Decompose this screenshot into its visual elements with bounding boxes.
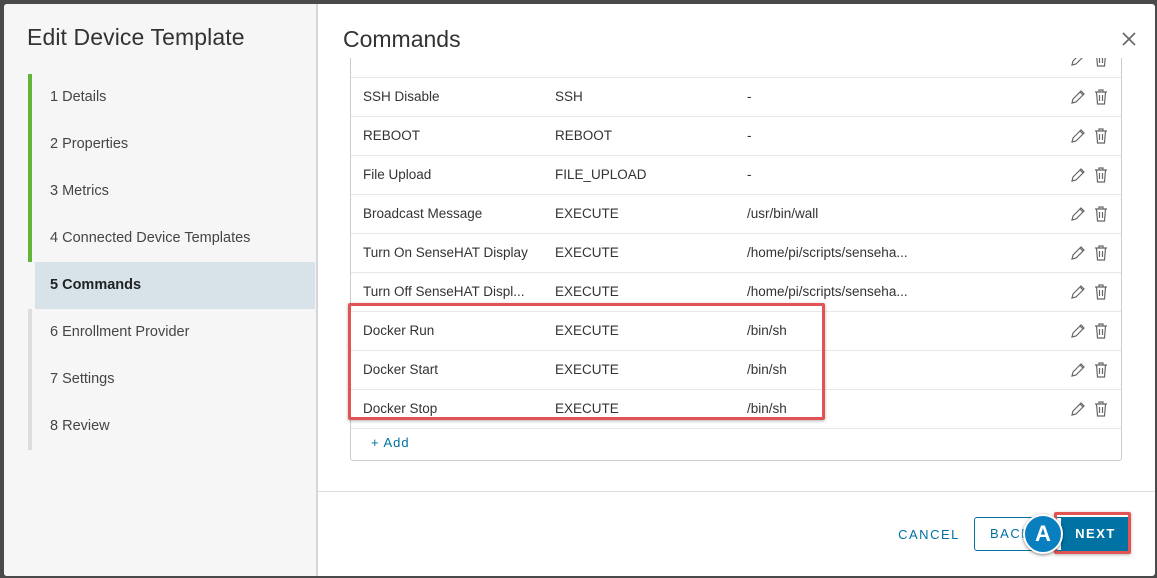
- docker-rows-highlight: [348, 303, 825, 420]
- wizard-step[interactable]: 6 Enrollment Provider: [28, 309, 315, 356]
- edit-icon[interactable]: [1070, 401, 1086, 417]
- trash-icon[interactable]: [1093, 400, 1109, 417]
- table-divider: [351, 428, 1121, 429]
- command-type: EXECUTE: [555, 284, 619, 299]
- command-type: REBOOT: [555, 128, 613, 143]
- edit-icon[interactable]: [1070, 128, 1086, 144]
- wizard-step[interactable]: 3 Metrics: [28, 168, 315, 215]
- table-row: File Upload FILE_UPLOAD -: [351, 155, 1121, 195]
- command-path: -: [747, 167, 752, 182]
- trash-icon[interactable]: [1093, 283, 1109, 300]
- command-name: Turn On SenseHAT Display: [363, 245, 528, 260]
- wizard-title: Edit Device Template: [27, 24, 245, 50]
- command-path: /usr/bin/wall: [747, 206, 819, 221]
- footer-divider: [318, 491, 1155, 492]
- cancel-button[interactable]: CANCEL: [884, 518, 974, 552]
- trash-icon[interactable]: [1093, 88, 1109, 105]
- edit-icon[interactable]: [1070, 323, 1086, 339]
- table-row: Broadcast Message EXECUTE/usr/bin/wall: [351, 194, 1121, 234]
- trash-icon[interactable]: [1093, 166, 1109, 183]
- trash-icon[interactable]: [1093, 58, 1109, 67]
- trash-icon[interactable]: [1093, 361, 1109, 378]
- table-row: Turn On SenseHAT Display EXECUTE/home/pi/…: [351, 233, 1121, 273]
- command-path: -: [747, 89, 752, 104]
- command-path: /home/pi/scripts/senseha...: [747, 284, 908, 299]
- command-path: /home/pi/scripts/senseha...: [747, 245, 908, 260]
- command-name: REBOOT: [363, 128, 421, 143]
- command-type: EXECUTE: [555, 245, 619, 260]
- edit-icon[interactable]: [1070, 245, 1086, 261]
- edit-icon[interactable]: [1070, 362, 1086, 378]
- callout-marker: A: [1023, 514, 1063, 554]
- command-type: SSH: [555, 89, 583, 104]
- command-name: Broadcast Message: [363, 206, 483, 221]
- add-command-link[interactable]: + Add: [371, 435, 410, 450]
- trash-icon[interactable]: [1093, 322, 1109, 339]
- table-row: REBOOT REBOOT -: [351, 116, 1121, 156]
- trash-icon[interactable]: [1093, 127, 1109, 144]
- edit-device-template-modal: Edit Device Template 1 Details 2 Properti…: [4, 4, 1155, 576]
- edit-icon[interactable]: [1070, 284, 1086, 300]
- edit-icon[interactable]: [1070, 206, 1086, 222]
- table-row: SSH Disable SSH -: [351, 77, 1121, 117]
- wizard-step[interactable]: 1 Details: [28, 74, 315, 121]
- command-type: FILE_UPLOAD: [555, 167, 647, 182]
- close-icon[interactable]: [1121, 31, 1137, 47]
- command-name: File Upload: [363, 167, 432, 182]
- wizard-step[interactable]: 4 Connected Device Templates: [28, 215, 315, 262]
- command-path: -: [747, 128, 752, 143]
- command-name: Turn Off SenseHAT Displ...: [363, 284, 525, 299]
- wizard-step[interactable]: 5 Commands: [35, 262, 315, 309]
- trash-icon[interactable]: [1093, 205, 1109, 222]
- commands-panel: Commands + Add SSH Disable SSH - REBOOT REBO…: [318, 4, 1155, 576]
- wizard-step[interactable]: 7 Settings: [28, 356, 315, 403]
- command-type: EXECUTE: [555, 206, 619, 221]
- wizard-step[interactable]: 8 Review: [28, 403, 315, 450]
- wizard-sidebar: Edit Device Template 1 Details 2 Properti…: [4, 4, 318, 576]
- page-title: Commands: [343, 26, 461, 52]
- edit-icon[interactable]: [1070, 167, 1086, 183]
- command-name: SSH Disable: [363, 89, 440, 104]
- wizard-steps: 1 Details 2 Properties 3 Metrics 4 Connecte…: [28, 74, 315, 450]
- trash-icon[interactable]: [1093, 244, 1109, 261]
- next-button-highlight: [1054, 512, 1131, 554]
- wizard-step[interactable]: 2 Properties: [28, 121, 315, 168]
- edit-icon[interactable]: [1070, 58, 1086, 67]
- table-row-partial: [351, 58, 1121, 77]
- edit-icon[interactable]: [1070, 89, 1086, 105]
